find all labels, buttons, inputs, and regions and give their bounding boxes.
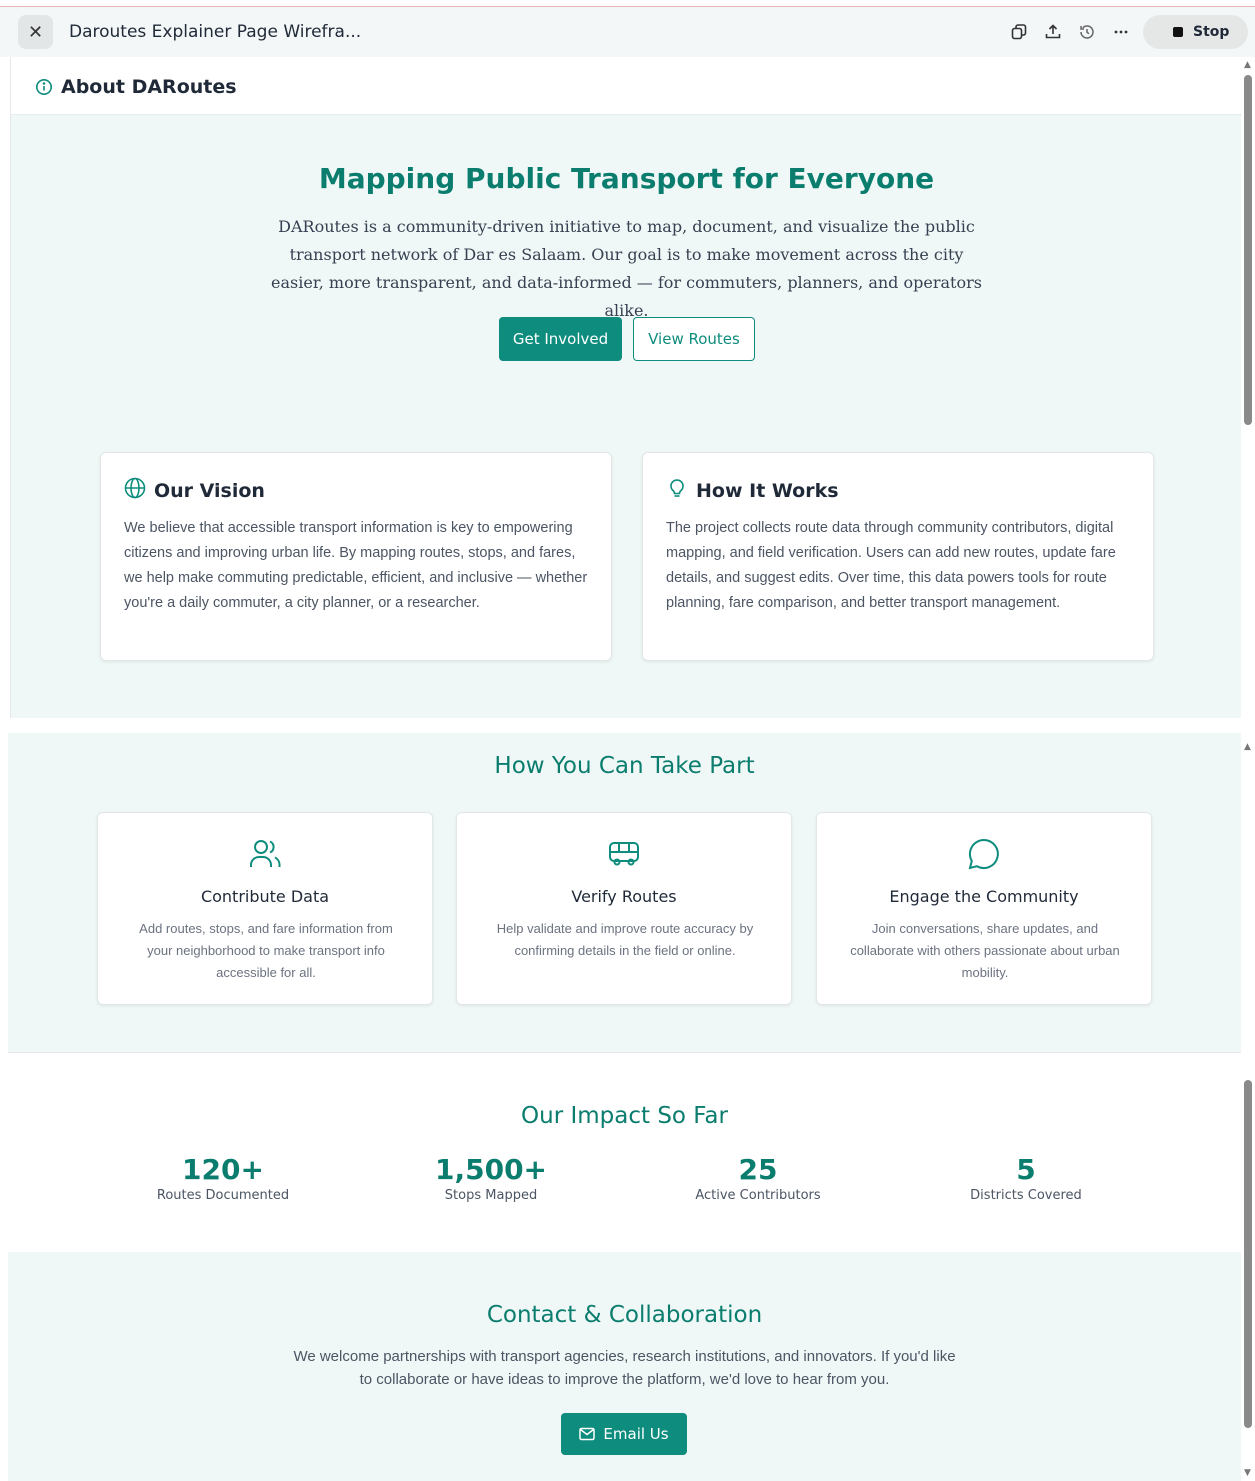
contribute-data-card: Contribute Data Add routes, stops, and f… [97,812,433,1005]
contribute-data-title: Contribute Data [200,887,330,906]
document-title[interactable]: Daroutes Explainer Page Wirefra... [69,22,361,42]
bus-icon [457,837,791,871]
close-button[interactable]: ✕ [18,15,53,49]
how-it-works-card: How It Works The project collects route … [642,452,1154,661]
email-us-label: Email Us [603,1425,669,1443]
mail-icon [579,1427,596,1441]
contact-section: Contact & Collaboration We welcome partn… [8,1252,1241,1481]
copy-icon[interactable] [1008,21,1030,43]
scrollbar-thumb-bottom[interactable] [1244,1080,1252,1428]
share-upload-icon[interactable] [1042,21,1064,43]
verify-routes-title: Verify Routes [571,887,677,906]
close-icon: ✕ [27,21,44,43]
about-panel: About DARoutes Mapping Public Transport … [10,57,1242,718]
contact-text: We welcome partnerships with transport a… [293,1348,956,1388]
vision-card: Our Vision We believe that accessible tr… [100,452,612,661]
email-us-button[interactable]: Email Us [561,1413,687,1455]
hero-title: Mapping Public Transport for Everyone [318,162,935,195]
get-involved-button[interactable]: Get Involved [499,317,622,361]
vision-title: Our Vision [154,479,265,502]
info-icon [35,78,53,101]
scroll-up-arrow-icon[interactable]: ▲ [1244,60,1251,70]
scrollbar-thumb-top[interactable] [1244,75,1252,425]
history-icon[interactable] [1076,21,1098,43]
globe-icon [124,477,146,504]
page-title: About DARoutes [61,76,237,98]
stat-value: 120+ [182,1153,264,1186]
stop-label: Stop [1193,24,1230,40]
how-it-works-body: The project collects route data through … [666,520,1116,611]
engage-community-card: Engage the Community Join conversations,… [816,812,1152,1005]
stat-label: Districts Covered [970,1188,1082,1203]
contact-title: Contact & Collaboration [486,1302,763,1328]
stop-button[interactable]: Stop [1143,15,1248,49]
stat-label: Routes Documented [156,1188,290,1203]
stat-districts: 5 Districts Covered [906,1153,1146,1203]
engage-community-title: Engage the Community [889,887,1079,906]
more-options-icon[interactable] [1110,21,1132,43]
stat-value: 1,500+ [434,1153,548,1186]
lightbulb-icon [666,477,688,504]
engage-community-desc: Join conversations, share updates, and c… [850,921,1120,980]
chat-bubble-icon [817,837,1151,871]
view-routes-button[interactable]: View Routes [633,317,755,361]
stat-value: 5 [1016,1153,1036,1186]
scroll-up-arrow-icon[interactable]: ▲ [1244,742,1251,752]
title-bar: ✕ Daroutes Explainer Page Wirefra... ⌄ S… [0,7,1255,57]
stat-contributors: 25 Active Contributors [638,1153,878,1203]
how-it-works-title: How It Works [696,479,839,502]
hero-description: DARoutes is a community-driven initiativ… [271,217,982,320]
stat-routes: 120+ Routes Documented [103,1153,343,1203]
stat-label: Active Contributors [695,1188,821,1203]
vision-body: We believe that accessible transport inf… [124,520,588,611]
stat-label: Stops Mapped [444,1188,538,1203]
contribute-data-desc: Add routes, stops, and fare information … [139,921,393,980]
stat-stops: 1,500+ Stops Mapped [371,1153,611,1203]
stat-value: 25 [738,1153,778,1186]
scroll-down-arrow-icon[interactable]: ▼ [1244,1468,1251,1478]
users-icon [98,837,432,871]
panel-header: About DARoutes [11,57,1242,115]
impact-section: Our Impact So Far 120+ Routes Documented… [8,1053,1241,1252]
take-part-section: How You Can Take Part Contribute Data Ad… [8,733,1241,1053]
impact-title: Our Impact So Far [521,1103,728,1129]
verify-routes-desc: Help validate and improve route accuracy… [496,921,754,958]
stop-icon [1173,27,1183,37]
verify-routes-card: Verify Routes Help validate and improve … [456,812,792,1005]
chevron-down-icon[interactable]: ⌄ [334,22,345,37]
take-part-title: How You Can Take Part [494,753,755,779]
